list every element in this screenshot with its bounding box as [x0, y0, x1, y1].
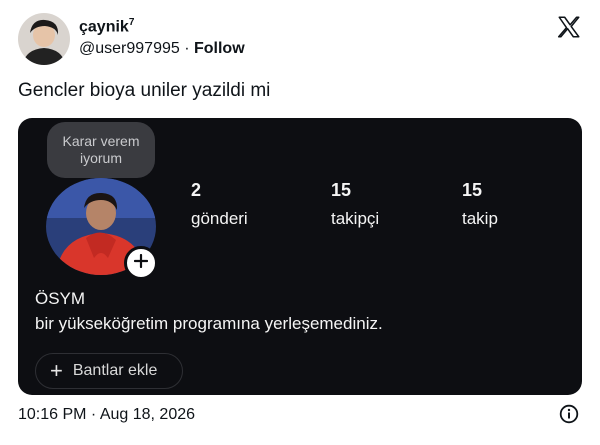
stat-following[interactable]: 15 takip [462, 180, 498, 229]
tweet-timestamp[interactable]: 10:16 PM · Aug 18, 2026 [18, 406, 195, 424]
separator-dot: · [179, 40, 194, 57]
tweet-text: Gencler bioya uniler yazildi mi [18, 80, 271, 101]
stat-followers[interactable]: 15 takipçi [331, 180, 379, 229]
info-icon[interactable] [559, 404, 579, 424]
plus-icon [133, 253, 149, 273]
tweet-embed: çaynik7 @user997995 · Follow Gencler bio… [0, 0, 600, 445]
bio-name: ÖSYM [35, 289, 86, 308]
add-bands-button[interactable]: + Bantlar ekle [35, 353, 183, 389]
author-name[interactable]: çaynik7 [79, 17, 134, 36]
author-avatar[interactable] [18, 13, 70, 65]
add-bands-label: Bantlar ekle [72, 362, 158, 379]
author-handle-row: @user997995 · Follow [79, 40, 245, 58]
plus-icon: + [50, 358, 63, 383]
x-logo-icon[interactable] [556, 14, 582, 40]
profile-screenshot-card: Karar verem iyorum 2 gönderi 15 takipçi [18, 118, 582, 395]
note-bubble[interactable]: Karar verem iyorum [47, 122, 155, 178]
author-handle[interactable]: @user997995 [79, 40, 180, 57]
follow-link[interactable]: Follow [194, 40, 245, 57]
bio-text: bir yükseköğretim programına yerleşemedi… [35, 314, 383, 333]
add-story-button[interactable] [124, 246, 158, 280]
stat-posts[interactable]: 2 gönderi [191, 180, 248, 229]
